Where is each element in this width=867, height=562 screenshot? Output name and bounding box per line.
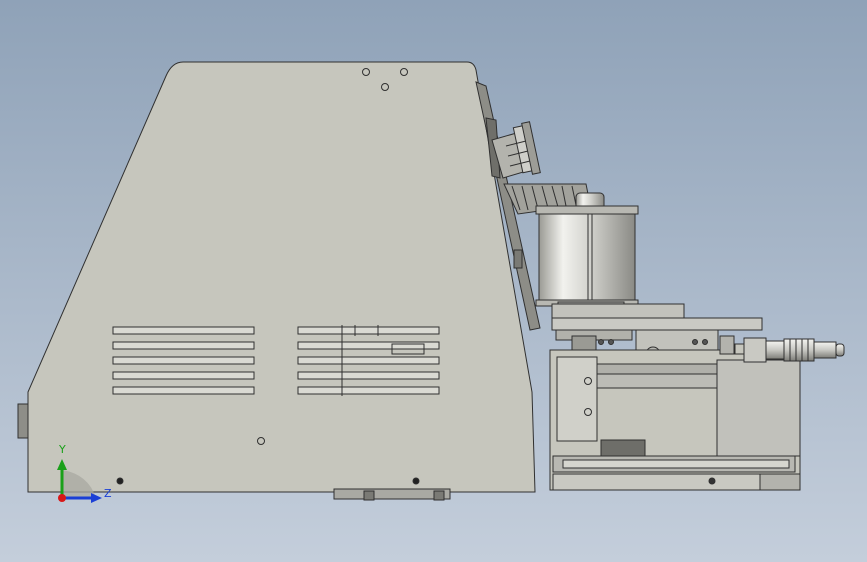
main-housing bbox=[17, 61, 536, 501]
cad-viewport[interactable]: Y Z bbox=[0, 0, 867, 562]
base-foot bbox=[333, 488, 451, 500]
side-knob bbox=[17, 403, 29, 439]
model-drawing[interactable] bbox=[0, 0, 867, 562]
axis-y-label: Y bbox=[59, 443, 66, 456]
axis-z-label: Z bbox=[104, 487, 112, 500]
lower-block bbox=[549, 349, 801, 491]
spool-drum bbox=[535, 192, 639, 311]
